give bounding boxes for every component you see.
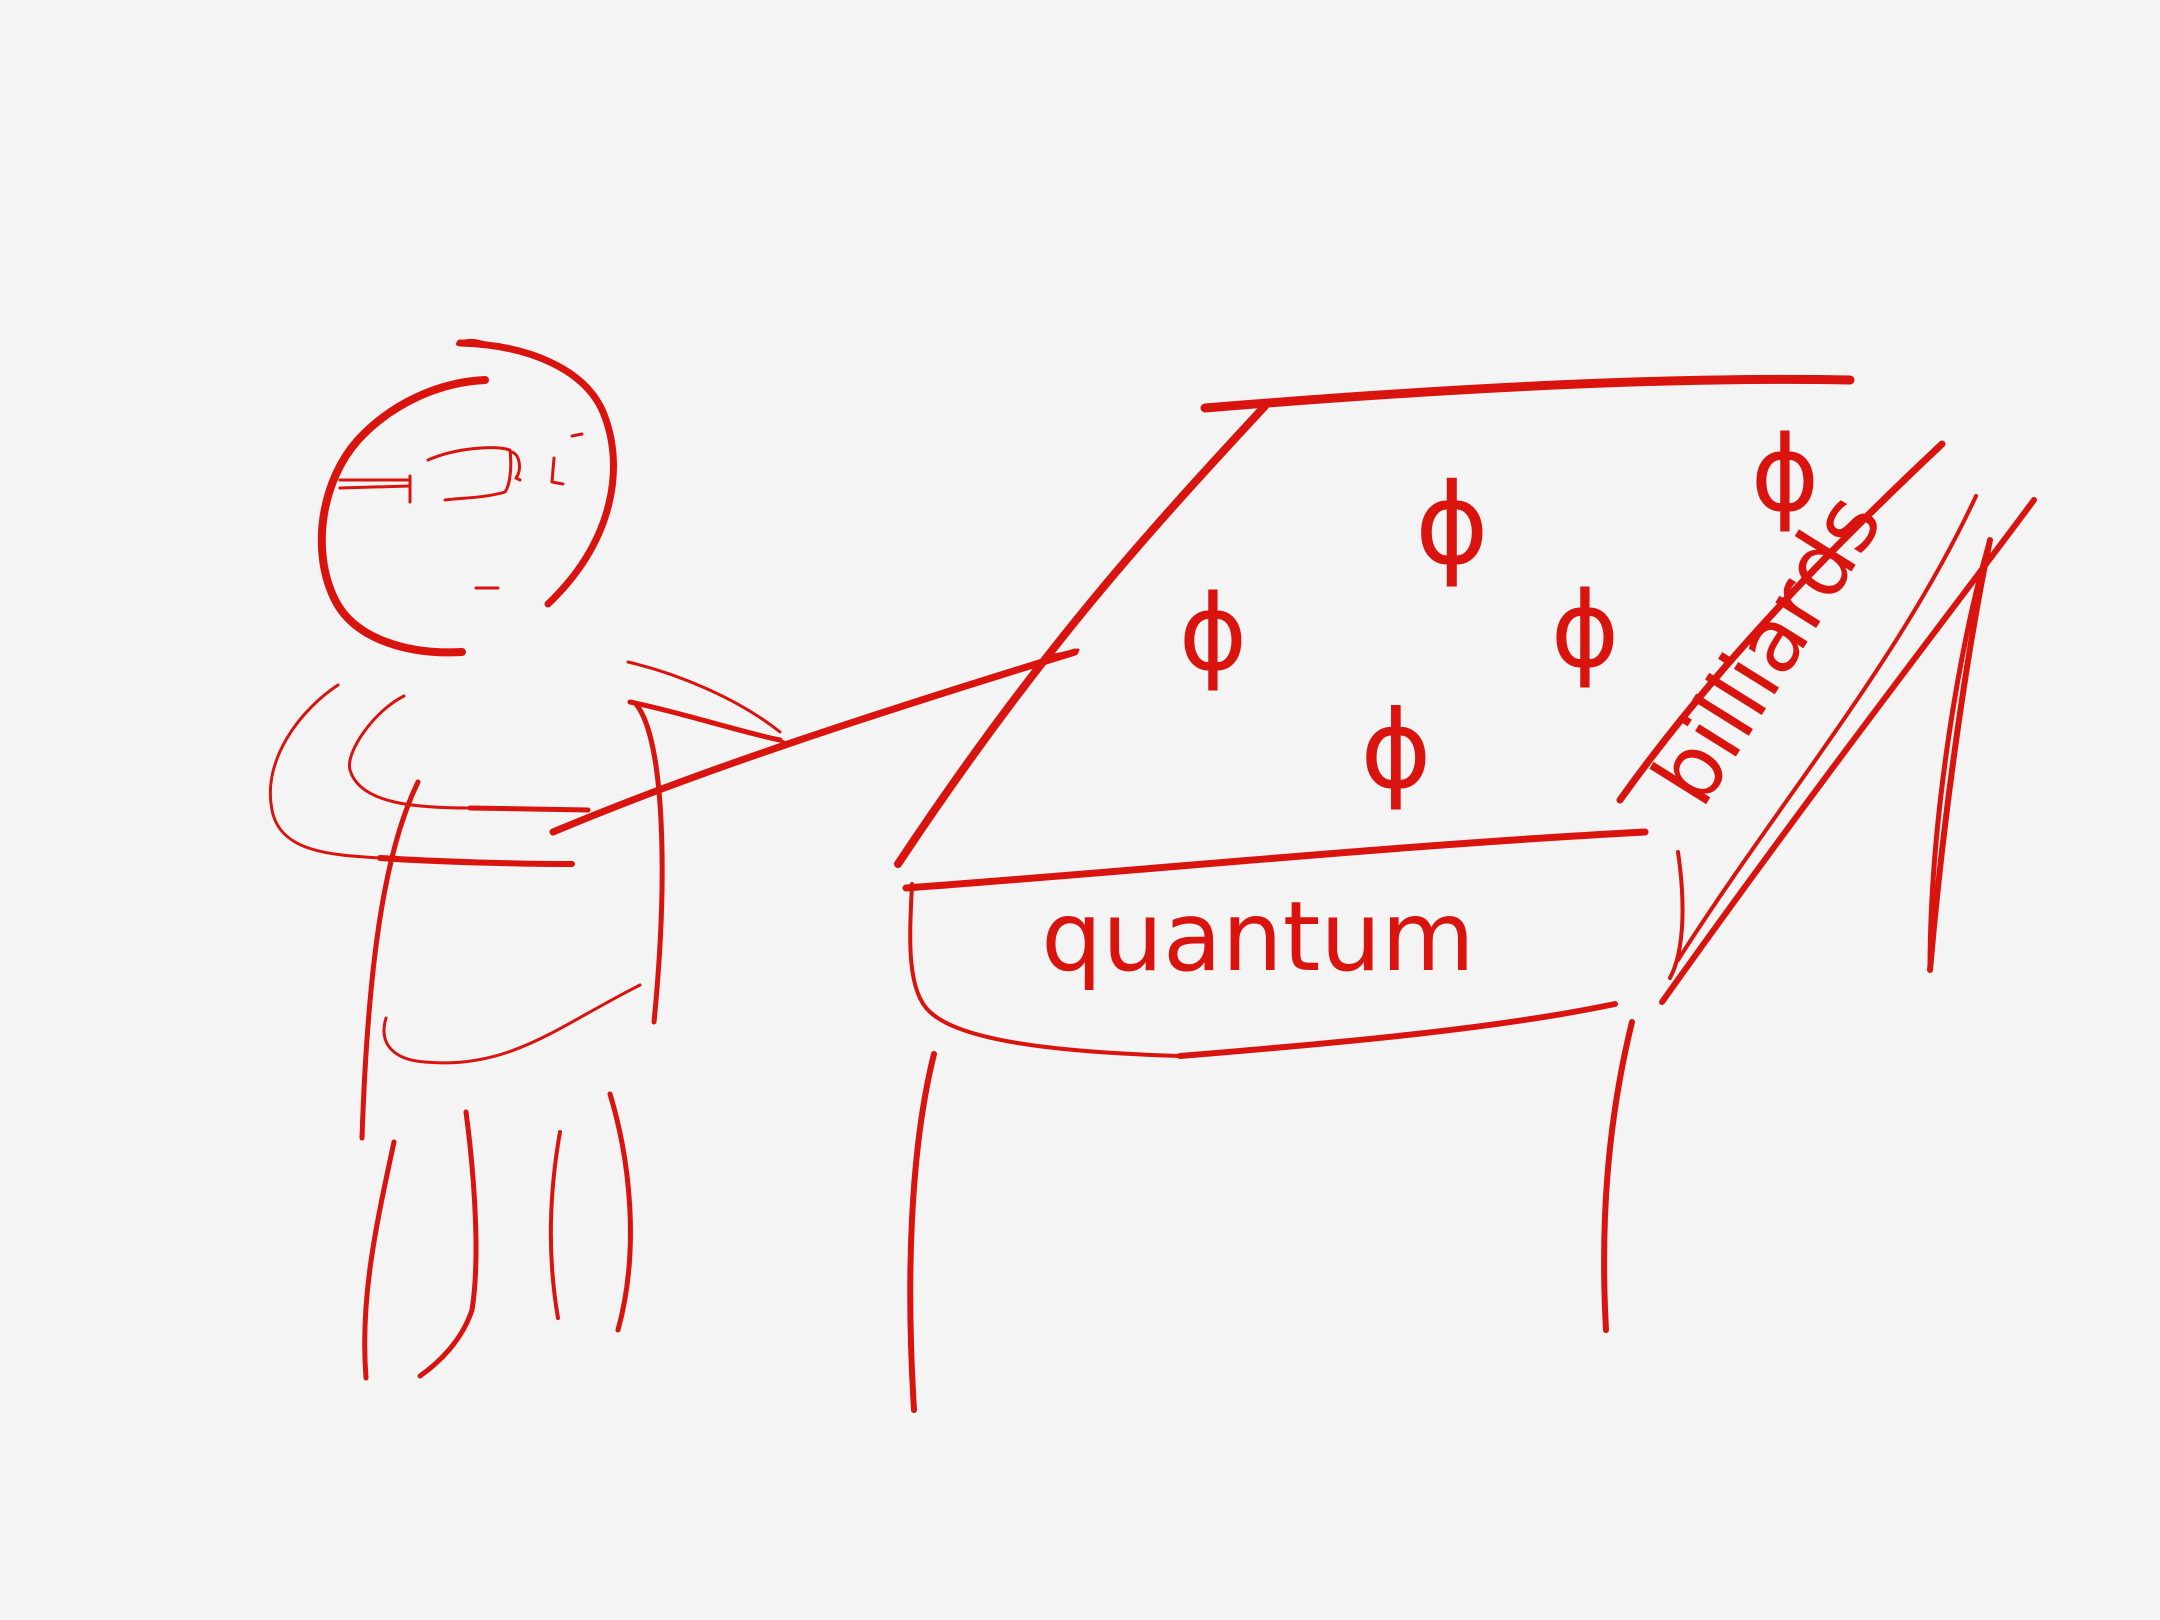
sketch-canvas: ϕ ϕ ϕ ϕ ϕ quantum billiards bbox=[0, 0, 2160, 1620]
ball-1: ϕ bbox=[1415, 460, 1489, 590]
paper-background bbox=[0, 0, 2160, 1620]
ball-5: ϕ bbox=[1360, 688, 1431, 813]
table-front-label: quantum bbox=[1041, 881, 1474, 993]
ball-4: ϕ bbox=[1551, 569, 1620, 691]
sketch-drawing: ϕ ϕ ϕ ϕ ϕ quantum billiards bbox=[0, 0, 2160, 1620]
ball-3: ϕ bbox=[1179, 572, 1248, 694]
